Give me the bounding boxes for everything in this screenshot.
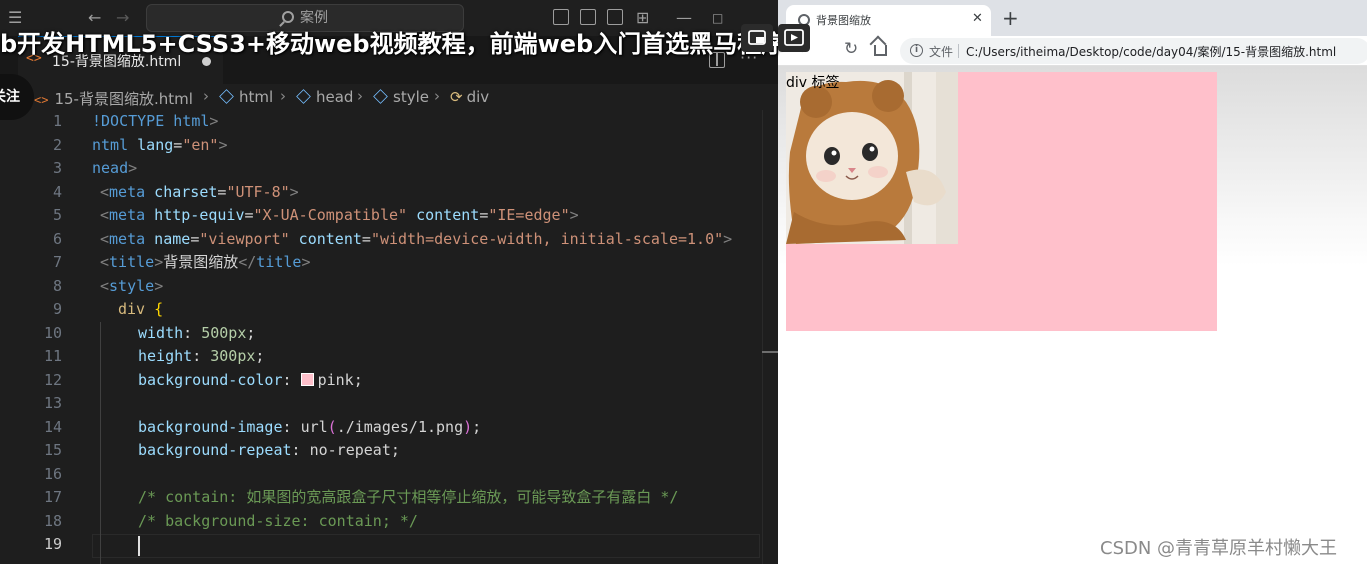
browser-tab-active[interactable]: 背景图缩放 ✕ [786,5,991,36]
cat-background-image [786,72,958,244]
line-number: 12 [43,370,62,389]
code-line-2: ntml lang="en"> [92,135,228,154]
chevron-right-icon: › [434,87,440,105]
code-line-7: <title>背景图缩放</title> [100,253,311,271]
code-line-17: /* contain: 如果图的宽高跟盒子尺寸相等停止缩放，可能导致盒子有露白 … [138,488,679,506]
symbol-selector-icon: ⟳ [450,88,463,106]
url-text: C:/Users/itheima/Desktop/code/day04/案例/1… [966,45,1337,59]
breadcrumb-style[interactable]: style [373,88,429,106]
breadcrumb: <> 15-背景图缩放.html › html › head › style › … [0,84,778,110]
line-number: 11 [43,347,62,365]
close-tab-icon[interactable]: ✕ [972,11,983,26]
file-scheme-label: 文件 [929,45,954,59]
toggle-secondary-sidebar-icon[interactable] [607,9,623,25]
symbol-element-icon [219,89,234,104]
line-number: 13 [43,394,62,412]
line-number: 2 [52,135,62,154]
toggle-primary-sidebar-icon[interactable] [553,9,569,25]
code-line-8: <style> [100,276,164,295]
line-number: 14 [43,417,62,436]
text-cursor [138,536,140,556]
toggle-panel-icon[interactable] [580,9,596,25]
code-editor[interactable]: !DOCTYPE html> ntml lang="en"> nead> <me… [92,110,760,564]
div-text: div 标签 [786,75,840,91]
breadcrumb-div[interactable]: ⟳ div [450,88,489,106]
chevron-right-icon: › [203,87,209,105]
symbol-element-icon [296,89,311,104]
code-line-18: /* background-size: contain; */ [138,511,418,530]
line-number: 18 [43,511,62,530]
demo-div-box: div 标签 [786,72,1217,331]
symbol-element-icon [373,89,388,104]
color-swatch-icon[interactable] [300,372,314,386]
csdn-watermark: CSDN @青青草原羊村懒大王 [1100,538,1338,559]
browser-toolbar: → ↻ i 文件 C:/Users/itheima/Desktop/code/d… [778,36,1367,66]
line-number: 17 [43,488,62,506]
line-number: 15 [43,441,62,459]
code-line-9: div { [118,300,164,318]
code-line-14: background-image: url(./images/1.png); [138,417,482,436]
code-line-1: !DOCTYPE html> [92,112,219,130]
omnibox-divider [958,44,959,58]
line-number: 19 [43,535,62,553]
code-line-10: width: 500px; [138,323,256,342]
breadcrumb-file[interactable]: <> 15-背景图缩放.html [34,88,193,109]
home-icon[interactable] [874,45,887,56]
chevron-right-icon: › [357,87,363,105]
code-line-12: background-color: pink; [138,370,363,389]
code-line-11: height: 300px; [138,347,265,365]
search-icon [282,11,294,23]
video-title-overlay: b开发HTML5+CSS3+移动web视频教程，前端web入门首选黑马程序 [0,30,786,58]
line-number: 3 [52,159,62,177]
line-number: 10 [43,323,62,342]
line-number: 7 [52,253,62,271]
browser-tab-title: 背景图缩放 [816,14,871,27]
new-tab-icon[interactable]: + [1002,6,1019,30]
address-bar[interactable]: i 文件 C:/Users/itheima/Desktop/code/day04… [900,38,1367,64]
chevron-right-icon: › [280,87,286,105]
line-number: 4 [52,182,62,201]
cat-illustration [786,72,958,244]
breadcrumb-html[interactable]: html [219,88,273,106]
line-number: 9 [52,300,62,318]
picture-in-picture-button[interactable] [741,24,773,52]
pip-icon [748,30,766,45]
line-number: 5 [52,206,62,224]
html-file-icon: <> [34,93,49,107]
editor-scrollbar[interactable] [762,110,778,564]
video-player-button[interactable] [778,24,810,52]
vscode-window: ☰ ← → 案例 ⊞ — □ <> 15-背景图缩放.html ··· <> 15… [0,0,778,564]
reload-icon[interactable]: ↻ [844,39,858,59]
code-line-6: <meta name="viewport" content="width=dev… [100,229,733,248]
code-line-4: <meta charset="UTF-8"> [100,182,299,201]
code-line-5: <meta http-equiv="X-UA-Compatible" conte… [100,206,579,224]
line-number: 16 [43,464,62,483]
scrollbar-position-marker [762,351,778,353]
line-number: 8 [52,276,62,295]
browser-window: 背景图缩放 ✕ + → ↻ i 文件 C:/Users/itheima/Desk… [778,0,1367,564]
line-number: 6 [52,229,62,248]
breadcrumb-head[interactable]: head [296,88,353,106]
browser-tab-strip: 背景图缩放 ✕ + [778,0,1367,36]
video-play-icon [784,29,804,46]
code-line-15: background-repeat: no-repeat; [138,441,400,459]
code-line-3: nead> [92,159,138,177]
browser-page-content: div 标签 CSDN @青青草原羊村懒大王 [778,66,1367,564]
line-number-gutter: 1 2 3 4 5 6 7 8 9 10 11 12 13 14 15 16 17 18 19 [0,110,92,564]
line-number: 1 [52,112,62,130]
info-icon[interactable]: i [910,44,923,57]
